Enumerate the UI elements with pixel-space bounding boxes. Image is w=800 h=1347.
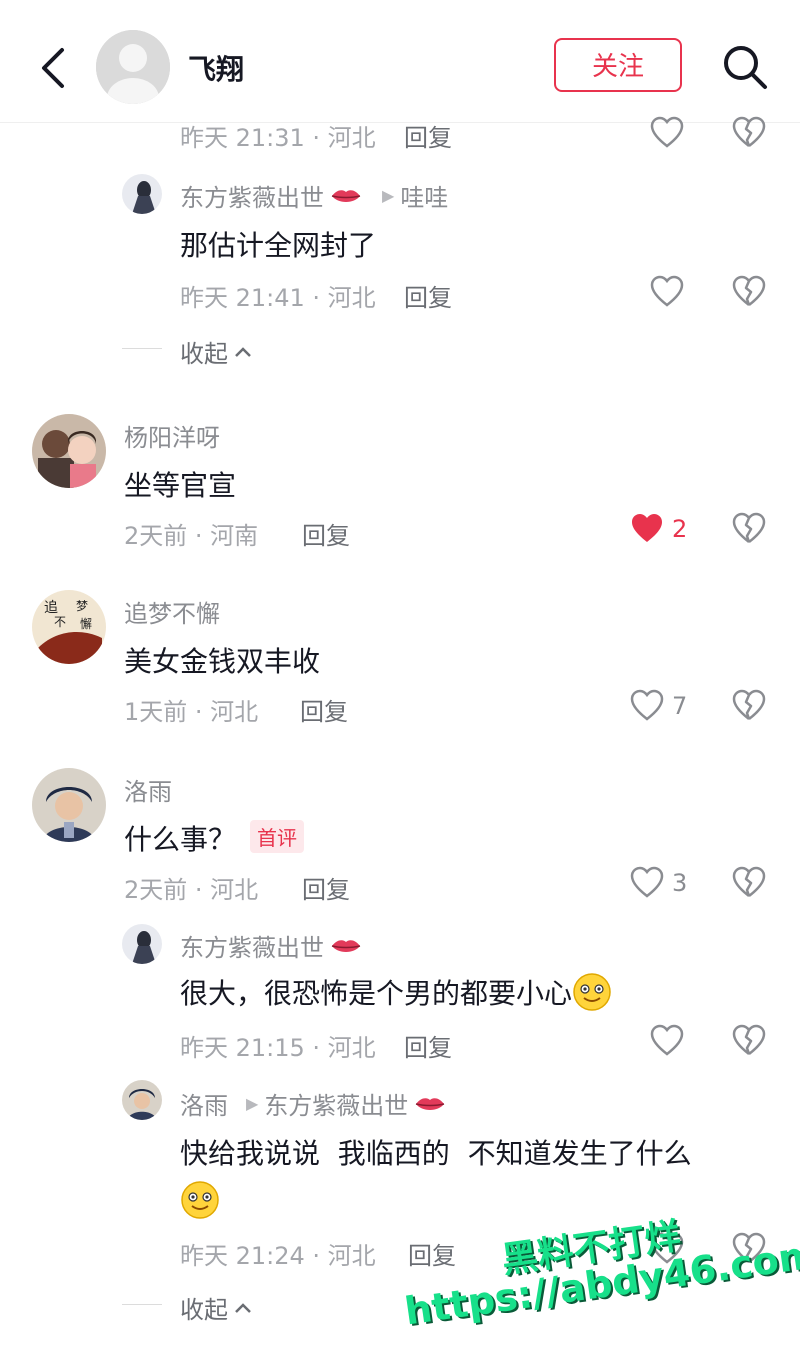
- user-avatar[interactable]: [96, 30, 170, 104]
- comment-meta: 昨天 21:24 · 河北: [180, 1242, 376, 1270]
- commenter-name[interactable]: 洛雨: [180, 1086, 228, 1121]
- avatar-image-icon: 追 梦不懈: [32, 590, 106, 664]
- reply-to-name[interactable]: 哇哇: [400, 178, 448, 213]
- reply-button[interactable]: 回复: [302, 870, 350, 905]
- like-button[interactable]: 7: [630, 689, 687, 723]
- like-heart-icon[interactable]: [650, 116, 684, 150]
- first-comment-badge: 首评: [250, 820, 304, 853]
- chevron-up-icon: [235, 346, 251, 357]
- reply-to-name[interactable]: 东方紫薇出世: [264, 1086, 408, 1121]
- svg-text:不: 不: [54, 615, 66, 629]
- avatar-image-icon: [32, 414, 106, 488]
- like-heart-icon[interactable]: [650, 275, 684, 309]
- reply-header: 洛雨 ▶ 东方紫薇出世: [180, 1086, 446, 1121]
- follow-button[interactable]: 关注: [554, 38, 682, 92]
- comment-meta: 昨天 21:15 · 河北: [180, 1034, 376, 1062]
- reply-avatar[interactable]: [122, 174, 162, 214]
- avatar-image-icon: [122, 924, 162, 964]
- comment-meta: 1天前 · 河北: [124, 698, 259, 726]
- like-heart-icon: [630, 866, 664, 898]
- reply-button[interactable]: 回复: [404, 278, 452, 313]
- svg-text:懈: 懈: [80, 616, 92, 631]
- liked-heart-icon: [632, 514, 662, 542]
- comment-text: 快给我说说 我临西的 不知道发生了什么: [180, 1137, 692, 1170]
- commenter-name[interactable]: 追梦不懈: [124, 594, 220, 629]
- back-arrow-icon[interactable]: [34, 44, 74, 92]
- collapse-label: 收起: [180, 340, 228, 368]
- collapse-replies-button[interactable]: 收起: [180, 334, 252, 369]
- like-heart-icon[interactable]: [650, 1024, 684, 1058]
- comment-text: 很大，很恐怖是个男的都要小心: [180, 977, 573, 1010]
- like-count: 2: [672, 515, 688, 543]
- commenter-avatar[interactable]: [32, 414, 106, 488]
- reply-to-arrow-icon: ▶: [246, 1094, 259, 1113]
- comment-meta: 2天前 · 河南: [124, 522, 259, 550]
- smile-emoji-icon: [181, 1181, 219, 1219]
- avatar-image-icon: [122, 1080, 162, 1120]
- default-avatar-icon: [96, 30, 170, 104]
- username[interactable]: 飞翔: [188, 48, 244, 88]
- lips-emoji-icon: [416, 1097, 445, 1110]
- dislike-broken-heart-icon[interactable]: [732, 866, 766, 900]
- collapse-replies-button[interactable]: 收起: [180, 1290, 252, 1325]
- reply-header: 东方紫薇出世 ▶ 哇哇: [180, 178, 448, 213]
- svg-text:梦: 梦: [76, 599, 88, 613]
- like-heart-icon: [630, 689, 664, 721]
- dislike-broken-heart-icon[interactable]: [732, 116, 766, 150]
- divider-line: [122, 348, 162, 349]
- reply-avatar[interactable]: [122, 1080, 162, 1120]
- smile-emoji-icon: [573, 973, 611, 1011]
- reply-button[interactable]: 回复: [300, 692, 348, 727]
- avatar-image-icon: [122, 174, 162, 214]
- reply-to-arrow-icon: ▶: [382, 186, 395, 205]
- reply-button[interactable]: 回复: [302, 516, 350, 551]
- lips-emoji-icon: [331, 939, 361, 952]
- like-button[interactable]: 2: [630, 512, 687, 546]
- dislike-broken-heart-icon[interactable]: [732, 275, 766, 309]
- reply-meta: 昨天 21:31 · 河北: [180, 124, 376, 152]
- lips-emoji-icon: [331, 189, 361, 202]
- commenter-name[interactable]: 东方紫薇出世: [180, 178, 324, 213]
- like-count: 3: [672, 869, 688, 897]
- comment-text: 美女金钱双丰收: [124, 645, 321, 678]
- comment-text: 那估计全网封了: [180, 229, 377, 262]
- search-icon[interactable]: [722, 44, 768, 90]
- reply-button[interactable]: 回复: [404, 118, 452, 153]
- like-count: 7: [672, 692, 688, 720]
- dislike-broken-heart-icon[interactable]: [732, 689, 766, 723]
- dislike-broken-heart-icon[interactable]: [732, 1024, 766, 1058]
- like-button[interactable]: 3: [630, 866, 687, 900]
- dislike-broken-heart-icon[interactable]: [732, 512, 766, 546]
- reply-header: 东方紫薇出世: [180, 928, 362, 963]
- svg-text:追: 追: [44, 600, 58, 616]
- commenter-name[interactable]: 东方紫薇出世: [180, 928, 324, 963]
- reply-avatar[interactable]: [122, 924, 162, 964]
- commenter-avatar[interactable]: 追 梦不懈: [32, 590, 106, 664]
- top-bar: 飞翔 关注: [0, 0, 800, 123]
- comment-body: 很大，很恐怖是个男的都要小心: [180, 972, 612, 1012]
- chevron-up-icon: [235, 1302, 251, 1313]
- reply-button[interactable]: 回复: [408, 1236, 456, 1271]
- commenter-name[interactable]: 洛雨: [124, 772, 172, 807]
- reply-button[interactable]: 回复: [404, 1028, 452, 1063]
- comment-text: 什么事？: [124, 823, 237, 856]
- collapse-label: 收起: [180, 1296, 228, 1324]
- avatar-image-icon: [32, 768, 106, 842]
- comment-meta: 2天前 · 河北: [124, 876, 259, 904]
- divider-line: [122, 1304, 162, 1305]
- commenter-name[interactable]: 杨阳洋呀: [124, 418, 220, 453]
- comment-text: 坐等官宣: [124, 469, 237, 502]
- commenter-avatar[interactable]: [32, 768, 106, 842]
- comment-meta: 昨天 21:41 · 河北: [180, 284, 376, 312]
